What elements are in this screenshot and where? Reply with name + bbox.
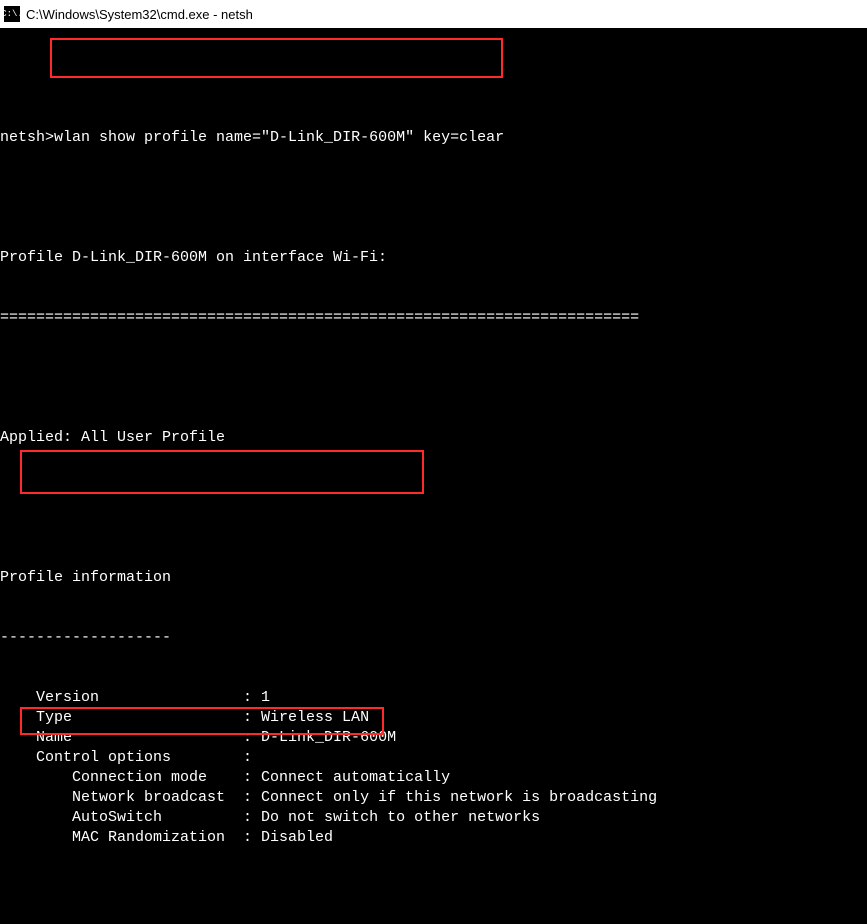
row-key: Name : — [0, 729, 261, 746]
output-row: MAC Randomization : Disabled — [0, 828, 867, 848]
row-value: Connect only if this network is broadcas… — [261, 789, 657, 806]
section-underline: ------------------- — [0, 628, 867, 648]
row-key: MAC Randomization : — [0, 829, 261, 846]
output-row: Name : D-Link_DIR-600M — [0, 728, 867, 748]
output-row: Connection mode : Connect automatically — [0, 768, 867, 788]
window-title: C:\Windows\System32\cmd.exe - netsh — [26, 7, 253, 22]
row-key: Version : — [0, 689, 261, 706]
row-value: 1 — [261, 689, 270, 706]
section-title-profile-info: Profile information — [0, 568, 867, 588]
prompt-line[interactable]: netsh>wlan show profile name="D-Link_DIR… — [0, 128, 867, 148]
row-key: Network broadcast : — [0, 789, 261, 806]
row-value: D-Link_DIR-600M — [261, 729, 396, 746]
output-row: Version : 1 — [0, 688, 867, 708]
entered-command: wlan show profile name="D-Link_DIR-600M"… — [54, 129, 504, 146]
terminal-output[interactable]: netsh>wlan show profile name="D-Link_DIR… — [0, 28, 867, 924]
row-key: Type : — [0, 709, 261, 726]
row-value: Disabled — [261, 829, 333, 846]
profile-header-underline: ========================================… — [0, 308, 867, 328]
output-row: Network broadcast : Connect only if this… — [0, 788, 867, 808]
row-value: Do not switch to other networks — [261, 809, 540, 826]
applied-line: Applied: All User Profile — [0, 428, 867, 448]
row-key: Control options : — [0, 749, 252, 766]
row-key: AutoSwitch : — [0, 809, 261, 826]
output-row: Type : Wireless LAN — [0, 708, 867, 728]
row-value: Connect automatically — [261, 769, 450, 786]
cmd-icon: C:\. — [4, 6, 20, 22]
profile-info-rows: Version : 1 Type : Wireless LAN Name : D… — [0, 688, 867, 848]
prompt-prefix: netsh> — [0, 129, 54, 146]
window: C:\. C:\Windows\System32\cmd.exe - netsh… — [0, 0, 867, 924]
output-row: AutoSwitch : Do not switch to other netw… — [0, 808, 867, 828]
row-key: Connection mode : — [0, 769, 261, 786]
titlebar: C:\. C:\Windows\System32\cmd.exe - netsh — [0, 0, 867, 28]
row-value: Wireless LAN — [261, 709, 369, 726]
profile-header: Profile D-Link_DIR-600M on interface Wi-… — [0, 248, 867, 268]
output-row: Control options : — [0, 748, 867, 768]
